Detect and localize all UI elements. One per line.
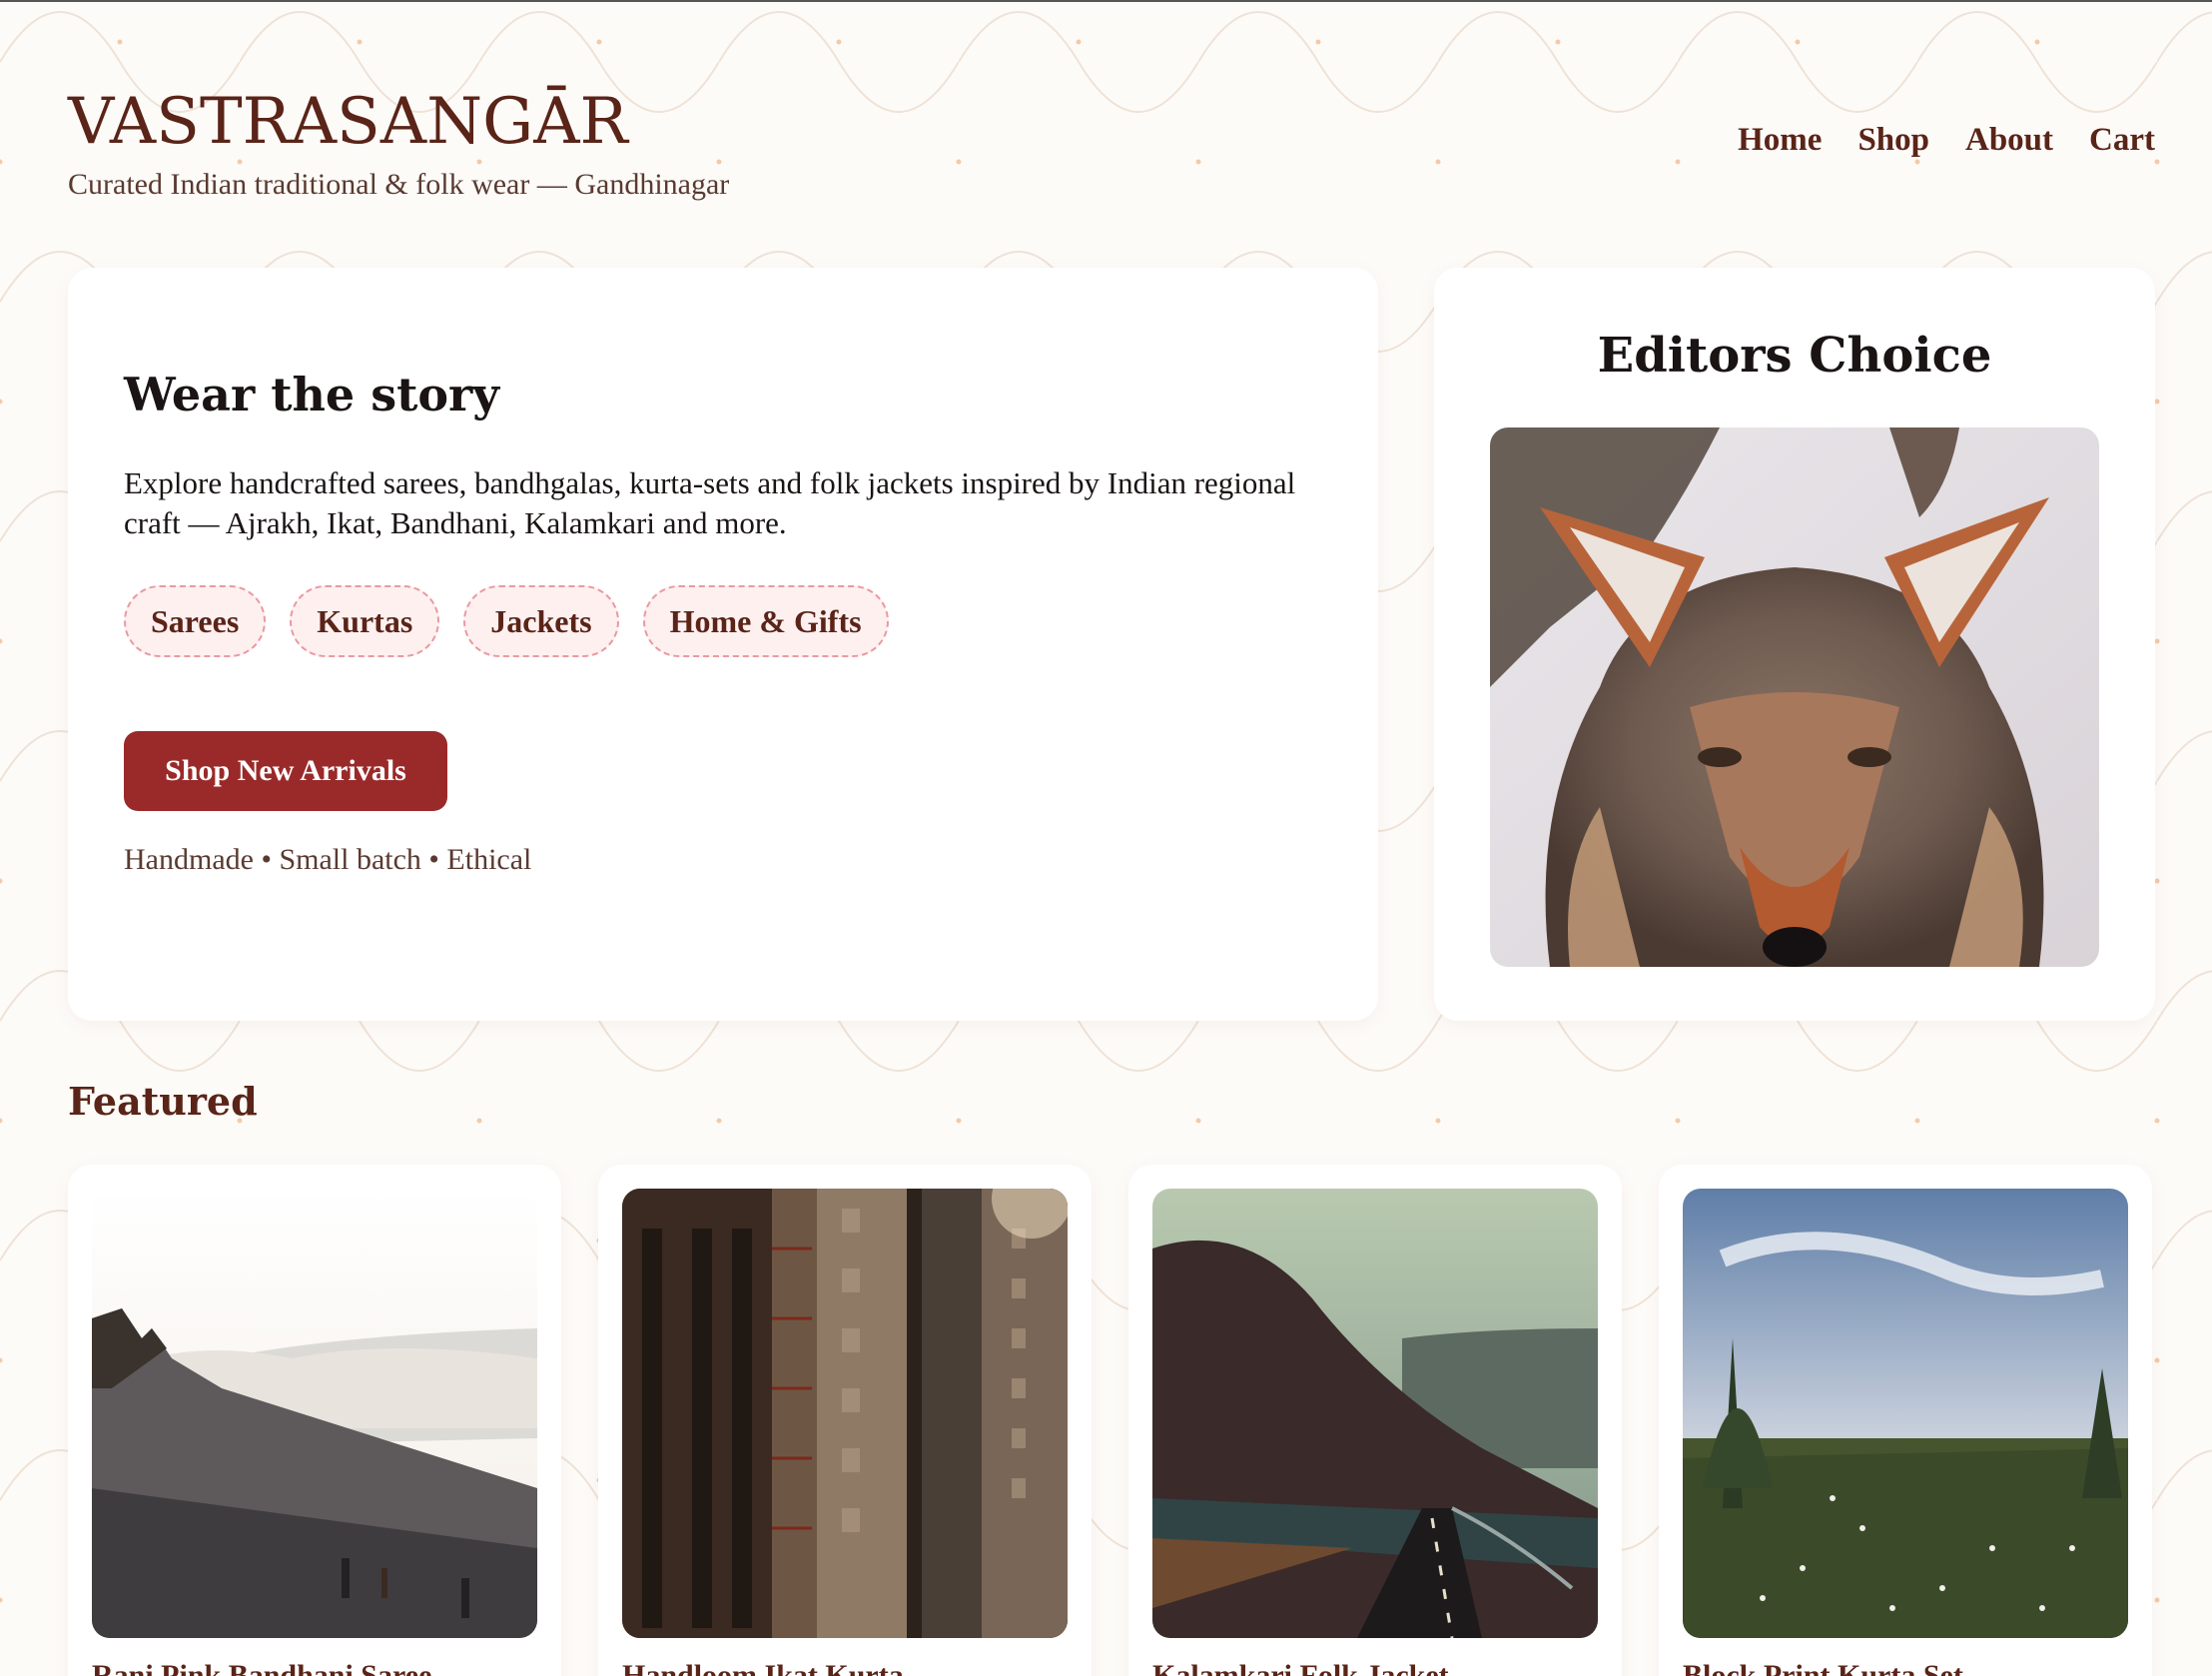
featured-title: Featured — [68, 1079, 258, 1124]
editors-choice-card: Editors Choice — [1434, 268, 2155, 1021]
valley-road-image[interactable] — [1152, 1189, 1598, 1638]
hero-card: Wear the story Explore handcrafted saree… — [68, 268, 1378, 1021]
chip-sarees[interactable]: Sarees — [124, 585, 267, 657]
hero-title: Wear the story — [124, 368, 499, 421]
mountain-clouds-image[interactable] — [92, 1189, 537, 1638]
meadow-sky-image[interactable] — [1683, 1189, 2128, 1638]
main-nav: Home Shop About Cart — [1738, 122, 2155, 159]
nav-cart[interactable]: Cart — [2089, 122, 2155, 159]
chip-kurtas[interactable]: Kurtas — [290, 585, 440, 657]
product-name[interactable]: Handloom Ikat Kurta — [622, 1659, 904, 1676]
product-card[interactable]: Kalamkari Folk Jacket — [1128, 1165, 1622, 1676]
coyote-image[interactable] — [1490, 427, 2099, 967]
shop-new-arrivals-button[interactable]: Shop New Arrivals — [124, 731, 447, 811]
brand-tagline: Curated Indian traditional & folk wear —… — [68, 168, 730, 201]
nav-shop[interactable]: Shop — [1857, 122, 1929, 159]
chip-jackets[interactable]: Jackets — [463, 585, 619, 657]
editors-choice-title: Editors Choice — [1597, 328, 1992, 384]
site-header: VASTRASANGĀR Curated Indian traditional … — [68, 84, 2155, 214]
nav-about[interactable]: About — [1965, 122, 2053, 159]
product-name[interactable]: Block Print Kurta Set — [1683, 1659, 1963, 1676]
chip-home-gifts[interactable]: Home & Gifts — [642, 585, 889, 657]
product-card[interactable]: Handloom Ikat Kurta — [598, 1165, 1092, 1676]
hero-note: Handmade • Small batch • Ethical — [124, 843, 532, 876]
city-buildings-image[interactable] — [622, 1189, 1068, 1638]
product-name[interactable]: Kalamkari Folk Jacket — [1152, 1659, 1449, 1676]
nav-home[interactable]: Home — [1738, 122, 1822, 159]
product-name[interactable]: Rani Pink Bandhani Saree — [92, 1659, 431, 1676]
product-card[interactable]: Block Print Kurta Set — [1659, 1165, 2152, 1676]
product-card[interactable]: Rani Pink Bandhani Saree — [68, 1165, 561, 1676]
category-chips: Sarees Kurtas Jackets Home & Gifts — [124, 585, 889, 657]
hero-description: Explore handcrafted sarees, bandhgalas, … — [124, 465, 1296, 540]
